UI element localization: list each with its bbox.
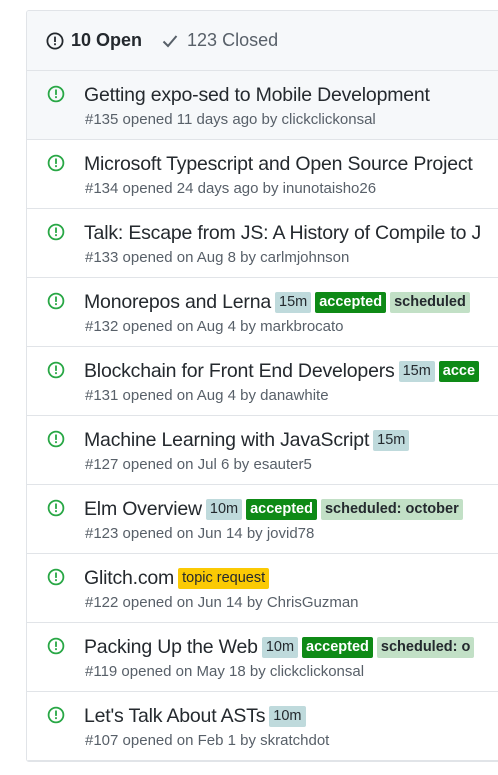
check-icon [162,34,178,47]
issue-open-icon [47,85,65,103]
closed-issues-filter[interactable]: 123 Closed [162,30,278,51]
issue-row: Let's Talk About ASTs 10m #107 opened on… [27,692,498,761]
issue-row: Machine Learning with JavaScript 15m #12… [27,416,498,485]
issue-open-icon [47,292,65,310]
issue-meta: #135 opened 11 days ago by clickclickons… [85,111,376,128]
issue-title-link[interactable]: Getting expo-sed to Mobile Development [84,84,430,107]
issues-list-box: 10 Open 123 Closed Getting expo-sed to M… [26,10,498,762]
open-issues-label: 10 Open [71,30,143,50]
issue-title-link[interactable]: Packing Up the Web [84,636,258,659]
issue-row: Microsoft Typescript and Open Source Pro… [27,140,498,209]
label-accepted[interactable]: accepted [315,291,387,313]
label-accepted[interactable]: accepted [246,498,317,520]
issue-row: Talk: Escape from JS: A History of Compi… [27,209,498,278]
issue-open-icon [47,223,65,241]
issue-row: Elm Overview 10m accepted scheduled: oct… [27,485,498,554]
issue-open-icon [47,706,65,724]
label-time[interactable]: 10m [269,705,306,727]
issue-row: Monorepos and Lerna 15m accepted schedul… [27,278,498,347]
issue-title-link[interactable]: Monorepos and Lerna [84,291,271,314]
issue-title-link[interactable]: Let's Talk About ASTs [84,705,265,728]
open-issues-filter[interactable]: 10 Open [46,30,142,51]
issue-meta: #107 opened on Feb 1 by skratchdot [85,732,330,749]
issues-list-header: 10 Open 123 Closed [27,11,498,71]
issue-row: Glitch.com topic request #122 opened on … [27,554,498,623]
issue-open-icon [47,568,65,586]
label-accepted[interactable]: accepted [302,636,373,658]
label-scheduled[interactable]: scheduled: october [320,498,463,520]
issue-row: Blockchain for Front End Developers 15m … [27,347,498,416]
issue-meta: #127 opened on Jul 6 by esauter5 [85,456,312,473]
label-topic-request[interactable]: topic request [178,567,270,589]
issue-open-icon [47,154,65,172]
issue-title-link[interactable]: Elm Overview [84,498,202,521]
issue-title-link[interactable]: Blockchain for Front End Developers [84,360,395,383]
issue-title-link[interactable]: Glitch.com [84,567,174,590]
issue-meta: #134 opened 24 days ago by inunotaisho26 [85,180,377,197]
label-scheduled[interactable]: scheduled [390,291,470,313]
issue-title-link[interactable]: Microsoft Typescript and Open Source Pro… [84,153,473,176]
label-time[interactable]: 10m [205,498,243,520]
issue-row: Getting expo-sed to Mobile Development #… [27,71,498,140]
issue-title-link[interactable]: Talk: Escape from JS: A History of Compi… [84,222,481,245]
issue-meta: #122 opened on Jun 14 by ChrisGuzman [85,594,359,611]
issue-title-link[interactable]: Machine Learning with JavaScript [84,429,369,452]
issue-meta: #131 opened on Aug 4 by danawhite [85,387,329,404]
issue-meta: #123 opened on Jun 14 by jovid78 [85,525,315,542]
label-scheduled[interactable]: scheduled: o [376,636,475,658]
label-time[interactable]: 15m [275,291,312,313]
issue-opened-icon [46,32,64,49]
issue-row: Packing Up the Web 10m accepted schedule… [27,623,498,692]
issue-open-icon [47,430,65,448]
closed-issues-label: 123 Closed [187,30,279,50]
label-time[interactable]: 15m [373,429,410,451]
label-accepted[interactable]: acce [438,360,480,382]
issue-meta: #119 opened on May 18 by clickclickonsal [85,663,365,680]
issue-meta: #133 opened on Aug 8 by carlmjohnson [85,249,350,266]
label-time[interactable]: 15m [398,360,435,382]
issue-open-icon [47,361,65,379]
issue-open-icon [47,499,65,517]
issue-meta: #132 opened on Aug 4 by markbrocato [85,318,344,335]
issue-open-icon [47,637,65,655]
label-time[interactable]: 10m [261,636,299,658]
